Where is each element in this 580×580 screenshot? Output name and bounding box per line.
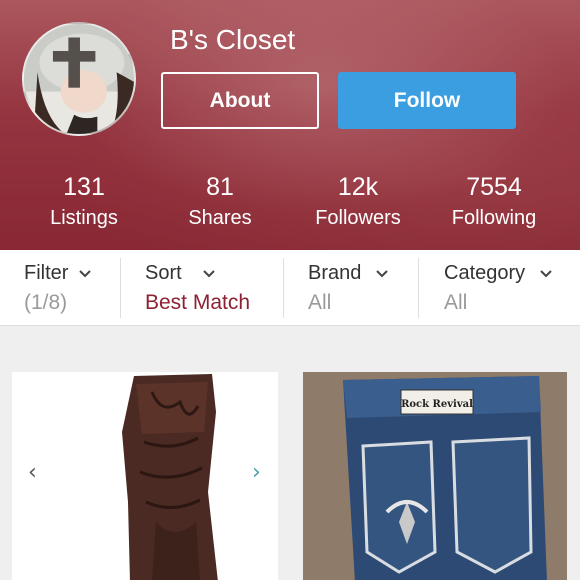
about-button[interactable]: About: [161, 72, 319, 129]
next-image-icon[interactable]: ›: [252, 460, 261, 485]
filter-value: (1/8): [24, 291, 68, 314]
category-dropdown[interactable]: Category All: [444, 250, 574, 326]
listing-card[interactable]: Rock Revival: [303, 372, 567, 580]
listing-card[interactable]: ‹ ›: [12, 372, 278, 580]
stat-value: 12k: [337, 173, 379, 201]
stat-followers[interactable]: 12k Followers: [293, 172, 423, 234]
stat-value: 81: [206, 173, 234, 201]
divider: [120, 258, 121, 318]
chevron-down-icon: [540, 269, 552, 277]
closet-header: B's Closet About Follow 131 Listings 81 …: [0, 0, 580, 250]
avatar-photo: [24, 24, 134, 134]
follow-button[interactable]: Follow: [338, 72, 516, 129]
stat-listings[interactable]: 131 Listings: [19, 172, 149, 234]
stat-value: 7554: [466, 173, 522, 201]
sort-dropdown[interactable]: Sort Best Match: [145, 250, 281, 326]
listing-image: Rock Revival: [303, 372, 567, 580]
chevron-down-icon: [79, 269, 92, 277]
chevron-down-icon: [202, 269, 215, 277]
divider: [283, 258, 284, 318]
divider: [418, 258, 419, 318]
stat-shares[interactable]: 81 Shares: [155, 172, 285, 234]
sort-title: Sort: [145, 262, 182, 284]
closet-name: B's Closet: [170, 24, 296, 55]
brand-dropdown[interactable]: Brand All: [308, 250, 418, 326]
category-title: Category: [444, 262, 526, 284]
brand-value: All: [308, 291, 332, 314]
avatar[interactable]: [22, 22, 136, 136]
category-value: All: [444, 291, 468, 314]
previous-image-icon[interactable]: ‹: [28, 460, 37, 485]
listing-image: [12, 372, 278, 580]
stat-label: Following: [451, 207, 537, 229]
stat-label: Shares: [188, 207, 252, 229]
filter-dropdown[interactable]: Filter (1/8): [24, 250, 120, 326]
filter-bar: Filter (1/8) Sort Best Match Brand All C…: [0, 250, 580, 326]
brand-title: Brand: [308, 262, 362, 284]
stat-following[interactable]: 7554 Following: [429, 172, 559, 234]
stat-label: Followers: [315, 207, 401, 229]
stat-label: Listings: [50, 207, 118, 229]
filter-title: Filter: [24, 262, 69, 284]
sort-value: Best Match: [145, 291, 251, 314]
chevron-down-icon: [376, 269, 389, 277]
stat-value: 131: [63, 173, 105, 201]
brand-tag-text: Rock Revival: [401, 399, 473, 410]
